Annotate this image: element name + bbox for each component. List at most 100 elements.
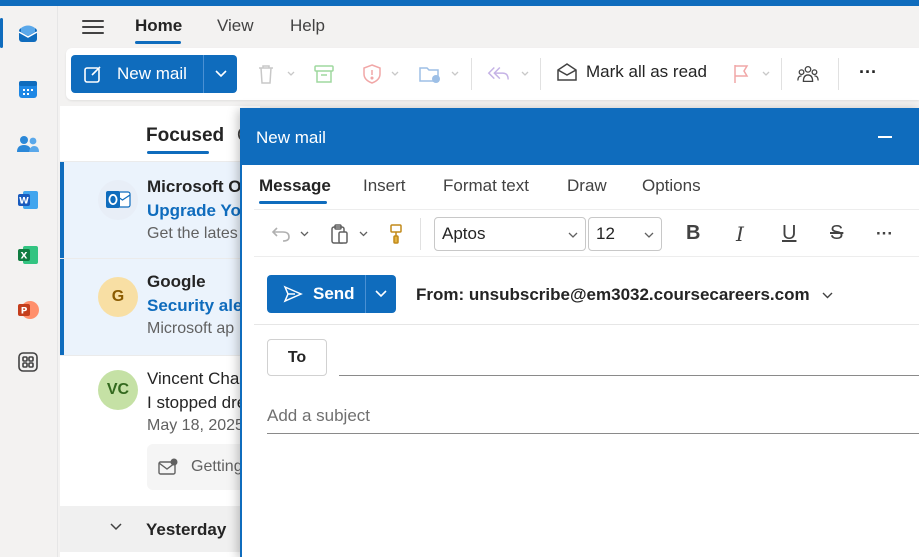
- flag-icon[interactable]: [729, 62, 753, 86]
- report-chevron-icon[interactable]: [391, 70, 399, 78]
- clipboard-chevron-icon[interactable]: [359, 230, 368, 238]
- reply-all-icon[interactable]: [486, 62, 510, 86]
- selection-bar: [60, 162, 64, 258]
- ribbon-divider: [781, 58, 782, 90]
- archive-icon[interactable]: [312, 62, 336, 86]
- minimize-icon[interactable]: [878, 136, 892, 138]
- new-mail-dropdown[interactable]: [204, 55, 237, 93]
- format-painter-icon[interactable]: [384, 222, 408, 246]
- message-row[interactable]: Microsoft Ou Upgrade You Get the lates: [60, 161, 260, 258]
- move-chevron-icon[interactable]: [451, 70, 459, 78]
- message-sender: Vincent Char: [147, 369, 245, 388]
- powerpoint-icon[interactable]: P: [14, 296, 42, 324]
- more-options-icon[interactable]: ···: [856, 60, 880, 84]
- from-address: From: unsubscribe@em3032.coursecareers.c…: [416, 285, 810, 304]
- attachment-label: Getting: [191, 458, 243, 475]
- new-mail-label: New mail: [117, 64, 187, 83]
- chevron-down-icon: [110, 523, 122, 531]
- ribbon-divider: [838, 58, 839, 90]
- mail-icon[interactable]: [14, 20, 42, 48]
- message-preview: Get the lates: [147, 225, 238, 242]
- tab-message-underline: [259, 201, 327, 204]
- compose-icon: [84, 66, 101, 83]
- toolbar-divider: [420, 218, 421, 250]
- excel-icon[interactable]: X: [14, 241, 42, 269]
- selection-bar: [60, 259, 64, 355]
- group-header-yesterday[interactable]: Yesterday: [60, 506, 260, 552]
- ribbon-toolbar: New mail Mark all as read ···: [66, 48, 919, 100]
- font-family-select[interactable]: Aptos: [434, 217, 586, 251]
- tab-format-text[interactable]: Format text: [443, 176, 529, 196]
- to-input-underline[interactable]: [339, 375, 919, 376]
- delete-chevron-icon[interactable]: [287, 70, 295, 78]
- envelope-open-icon: [557, 63, 577, 81]
- tab-draw[interactable]: Draw: [567, 176, 607, 196]
- undo-chevron-icon[interactable]: [300, 230, 309, 238]
- tab-message[interactable]: Message: [259, 176, 331, 196]
- to-button[interactable]: To: [267, 339, 327, 376]
- from-selector[interactable]: From: unsubscribe@em3032.coursecareers.c…: [416, 285, 833, 305]
- clipboard-icon[interactable]: [327, 222, 351, 246]
- tab-help[interactable]: Help: [290, 16, 325, 36]
- subject-input-underline: [267, 433, 919, 434]
- outlook-avatar: [98, 180, 138, 220]
- apps-icon[interactable]: [14, 348, 42, 376]
- message-row[interactable]: G Google Security aler Microsoft ap: [60, 258, 260, 355]
- send-button[interactable]: Send: [267, 275, 365, 313]
- outlook-logo-icon: [106, 191, 131, 208]
- ribbon-divider: [471, 58, 472, 90]
- new-mail-button[interactable]: New mail: [71, 55, 203, 93]
- avatar: G: [98, 277, 138, 317]
- italic-button[interactable]: I: [736, 222, 744, 246]
- subject-input[interactable]: Add a subject: [267, 406, 919, 426]
- send-icon: [283, 285, 303, 303]
- report-icon[interactable]: [360, 62, 384, 86]
- font-family-value: Aptos: [442, 224, 486, 243]
- undo-icon[interactable]: [269, 222, 293, 246]
- reply-chevron-icon[interactable]: [521, 70, 529, 78]
- font-size-select[interactable]: 12: [588, 217, 662, 251]
- message-date: May 18, 2025: [147, 417, 244, 434]
- font-size-value: 12: [596, 224, 615, 243]
- new-mail-split-button: New mail: [71, 55, 237, 93]
- message-subject: I stopped dre: [147, 393, 247, 412]
- tab-focused-underline: [147, 151, 209, 154]
- send-label: Send: [313, 284, 355, 303]
- flag-chevron-icon[interactable]: [762, 70, 770, 78]
- send-dropdown[interactable]: [366, 275, 396, 313]
- tab-insert[interactable]: Insert: [363, 176, 406, 196]
- hamburger-menu-icon[interactable]: [82, 16, 104, 38]
- more-formatting-icon[interactable]: ···: [876, 224, 893, 244]
- formatting-toolbar: Aptos 12 B I U S ···: [254, 209, 919, 257]
- move-to-folder-icon[interactable]: [418, 62, 442, 86]
- groups-icon[interactable]: [796, 62, 820, 86]
- message-subject: Upgrade You: [147, 201, 252, 220]
- bold-button[interactable]: B: [686, 222, 700, 245]
- chevron-down-icon: [214, 70, 227, 78]
- calendar-icon[interactable]: [14, 75, 42, 103]
- tab-focused[interactable]: Focused: [146, 125, 224, 147]
- send-row: Send From: unsubscribe@em3032.coursecare…: [254, 257, 919, 325]
- compose-window: New mail Message Insert Format text Draw…: [240, 108, 919, 557]
- message-preview: Microsoft ap: [147, 320, 235, 337]
- delete-icon[interactable]: [254, 62, 278, 86]
- message-subject: Security aler: [147, 296, 250, 315]
- people-icon[interactable]: [14, 130, 42, 158]
- chevron-down-icon: [822, 292, 833, 298]
- message-attachment-icon: [158, 458, 178, 475]
- tab-home[interactable]: Home: [135, 16, 182, 36]
- app-rail: W X P: [0, 6, 58, 557]
- avatar: VC: [98, 370, 138, 410]
- chevron-down-icon: [644, 232, 654, 238]
- underline-button[interactable]: U: [782, 222, 796, 245]
- compose-tab-bar: Message Insert Format text Draw Options: [242, 165, 919, 209]
- strikethrough-button[interactable]: S: [830, 222, 843, 245]
- rail-active-indicator: [0, 18, 3, 48]
- tab-options[interactable]: Options: [642, 176, 701, 196]
- mark-all-read-label: Mark all as read: [586, 62, 707, 81]
- ribbon-divider: [540, 58, 541, 90]
- message-row[interactable]: VC Vincent Char I stopped dre May 18, 20…: [60, 355, 267, 505]
- mark-all-read-button[interactable]: Mark all as read: [556, 62, 707, 82]
- word-icon[interactable]: W: [14, 186, 42, 214]
- tab-view[interactable]: View: [217, 16, 254, 36]
